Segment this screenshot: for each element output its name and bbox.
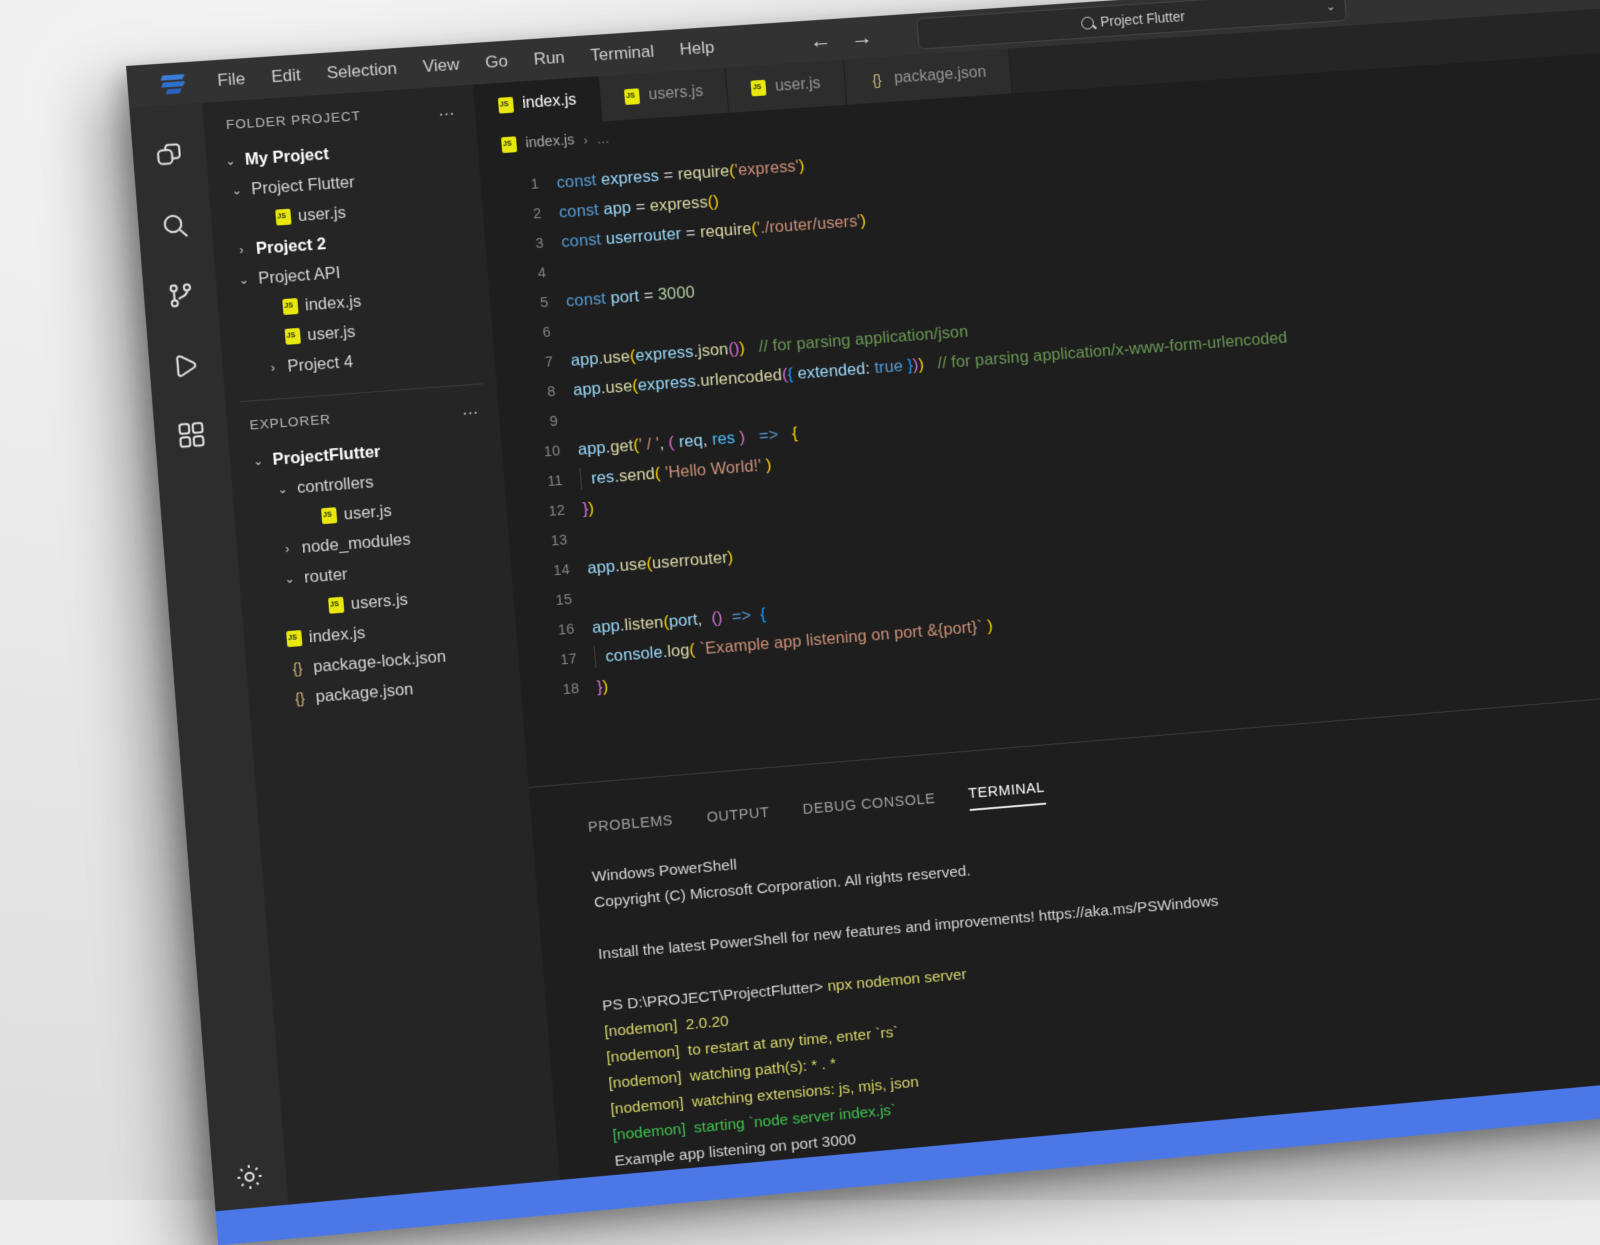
tree-item-label: user.js (307, 322, 356, 344)
chevron-right-icon[interactable]: › (265, 360, 281, 375)
command-center-value: Project Flutter (1100, 8, 1186, 29)
tree-item-label: router (303, 565, 348, 587)
extensions-icon[interactable] (173, 417, 210, 453)
tree-item-label: Project Flutter (251, 173, 356, 199)
tree-item-label: Project 2 (255, 235, 327, 259)
menu-edit[interactable]: Edit (257, 61, 315, 92)
js-file-icon (275, 209, 291, 226)
tab-label: package.json (893, 64, 987, 88)
js-file-icon (501, 136, 517, 153)
run-and-debug-icon[interactable] (167, 347, 204, 383)
back-arrow-icon[interactable]: ← (809, 29, 832, 52)
tree-item-label: Project 4 (287, 352, 354, 376)
code-editor[interactable]: 1const express = require('express') 2con… (479, 77, 1600, 787)
search-icon (1080, 16, 1094, 30)
vscode-window: File Edit Selection View Go Run Terminal… (126, 0, 1600, 1245)
editor-area: index.js users.js user.js {} package.json… (473, 0, 1600, 1180)
nodemon-tag: [nodemon] (610, 1095, 684, 1118)
chevron-right-icon[interactable]: › (279, 541, 295, 556)
source-control-icon[interactable] (162, 277, 199, 313)
folder-project-more-actions[interactable]: … (437, 105, 457, 114)
chevron-down-icon[interactable]: ⌄ (229, 183, 245, 198)
js-file-icon (285, 328, 301, 345)
menu-terminal[interactable]: Terminal (576, 37, 668, 71)
tree-item-label: My Project (244, 145, 329, 170)
menu-file[interactable]: File (203, 64, 259, 95)
tab-label: users.js (648, 83, 704, 104)
js-file-icon (751, 80, 767, 97)
tree-item-label: controllers (296, 473, 374, 498)
json-file-icon: {} (288, 660, 306, 677)
tree-item-label: Project API (258, 264, 342, 289)
nodemon-msg: 2.0.20 (677, 1013, 730, 1034)
folder-project-tree: ⌄ My Project ⌄ Project Flutter user.js › Pr… (205, 127, 496, 400)
nodemon-tag: [nodemon] (608, 1069, 682, 1092)
tree-item-label: package.json (315, 680, 414, 707)
tab-user-js[interactable]: user.js (726, 60, 847, 113)
chevron-down-icon[interactable]: ⌄ (222, 153, 238, 168)
nodemon-tag: [nodemon] (612, 1121, 686, 1144)
js-file-icon (286, 630, 302, 647)
tree-item-label: index.js (304, 292, 362, 315)
search-icon[interactable] (157, 208, 194, 244)
chevron-right-icon[interactable]: › (233, 243, 249, 258)
app-logo-icon (159, 72, 187, 96)
menu-selection[interactable]: Selection (313, 54, 411, 88)
menu-run[interactable]: Run (520, 43, 579, 74)
breadcrumb-file[interactable]: index.js (525, 132, 575, 151)
breadcrumb-more[interactable]: … (596, 130, 610, 146)
tree-item-label: index.js (308, 624, 366, 647)
menu-help[interactable]: Help (666, 33, 728, 65)
tree-item-label: node_modules (301, 530, 411, 557)
menu-go[interactable]: Go (471, 47, 522, 78)
js-file-icon (328, 597, 344, 614)
navigation-arrows: ← → (809, 26, 874, 52)
js-file-icon (321, 507, 337, 524)
tree-item-label: user.js (297, 203, 346, 225)
menu-view[interactable]: View (409, 50, 474, 82)
tab-label: user.js (774, 75, 821, 96)
js-file-icon (624, 88, 640, 105)
nodemon-tag: [nodemon] (606, 1043, 680, 1066)
chevron-down-icon[interactable]: ⌄ (281, 571, 297, 586)
explorer-icon[interactable] (151, 138, 188, 174)
nodemon-tag: [nodemon] (604, 1017, 678, 1040)
line-number: 18 (520, 673, 598, 709)
json-file-icon: {} (291, 690, 309, 707)
chevron-down-icon[interactable]: ⌄ (236, 272, 252, 287)
chevron-down-icon[interactable]: ⌄ (1325, 0, 1336, 13)
explorer-more-actions[interactable]: … (461, 404, 481, 413)
explorer-title: EXPLORER (249, 412, 331, 433)
chevron-down-icon[interactable]: ⌄ (250, 453, 266, 468)
settings-gear-icon[interactable] (231, 1158, 268, 1195)
chevron-right-icon: › (583, 132, 588, 147)
tab-label: index.js (522, 92, 577, 113)
chevron-down-icon[interactable]: ⌄ (274, 482, 290, 497)
explorer-tree: ⌄ ProjectFlutter ⌄ controllers user.js › no… (229, 426, 523, 732)
json-file-icon: {} (868, 72, 886, 89)
forward-arrow-icon[interactable]: → (850, 26, 873, 49)
tree-item-label: ProjectFlutter (272, 442, 381, 469)
folder-project-title: FOLDER PROJECT (225, 108, 361, 132)
tree-item-label: user.js (343, 501, 392, 524)
js-file-icon (282, 298, 298, 315)
js-file-icon (498, 97, 514, 114)
tree-item-label: users.js (350, 590, 409, 613)
